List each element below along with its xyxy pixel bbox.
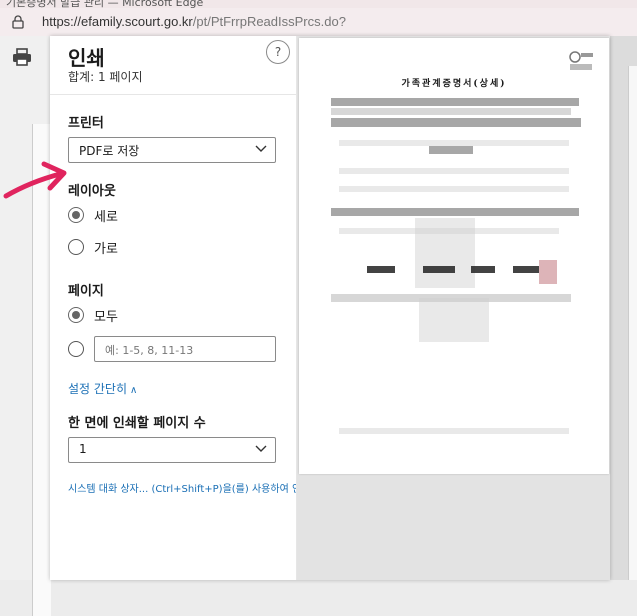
radio-pages-all[interactable] — [68, 307, 84, 323]
landscape-label: 가로 — [94, 242, 118, 257]
pages-all-label: 모두 — [94, 310, 118, 325]
radio-pages-custom[interactable] — [68, 341, 84, 357]
seal-icon — [569, 51, 593, 70]
url-path: /pt/PtFrrpReadIssPrcs.do? — [192, 14, 346, 29]
pages-range-input[interactable]: 예: 1-5, 8, 11-13 — [94, 336, 276, 362]
radio-landscape[interactable] — [68, 239, 84, 255]
less-settings-link[interactable]: 설정 간단히 ∧ — [68, 380, 137, 397]
less-settings-text: 설정 간단히 — [68, 382, 128, 396]
preview-page: 가족관계증명서(상세) — [299, 38, 609, 474]
system-dialog-link[interactable]: 시스템 대화 상자... (Ctrl+Shift+P)을(를) 사용하여 인 — [68, 480, 296, 495]
chevron-down-icon — [255, 445, 267, 452]
pages-all-option[interactable]: 모두 — [68, 306, 278, 326]
dialog-title: 인쇄 — [68, 46, 105, 70]
pages-custom-option[interactable]: 예: 1-5, 8, 11-13 — [68, 336, 278, 362]
chevron-down-icon — [255, 145, 267, 152]
help-icon[interactable]: ? — [266, 40, 290, 64]
pages-per-sheet-select[interactable]: 1 — [68, 437, 276, 463]
page-toolbar-strip — [0, 36, 51, 616]
layout-portrait-option[interactable]: 세로 — [68, 206, 278, 226]
background-right — [610, 36, 637, 580]
url-host: https://efamily.scourt.go.kr — [42, 14, 193, 29]
printer-label: 프린터 — [68, 116, 104, 131]
printer-select[interactable]: PDF로 저장 — [68, 137, 276, 163]
layout-landscape-option[interactable]: 가로 — [68, 238, 278, 258]
print-preview: 가족관계증명서(상세) — [297, 36, 610, 580]
pages-per-sheet-label: 한 면에 인쇄할 페이지 수 — [68, 416, 206, 431]
printer-value: PDF로 저장 — [79, 144, 140, 158]
pages-per-sheet-value: 1 — [79, 442, 87, 456]
address-bar[interactable]: https://efamily.scourt.go.kr/pt/PtFrrpRe… — [0, 8, 637, 37]
pages-label: 페이지 — [68, 284, 104, 299]
document-title: 가족관계증명서(상세) — [401, 79, 507, 89]
portrait-label: 세로 — [94, 210, 118, 225]
dialog-header: 인쇄 합계: 1 페이지 ? — [50, 36, 296, 95]
annotation-arrow-icon — [3, 161, 67, 199]
caret-up-icon: ∧ — [130, 385, 138, 396]
lock-icon[interactable] — [12, 15, 24, 29]
url-text[interactable]: https://efamily.scourt.go.kr/pt/PtFrrpRe… — [42, 14, 346, 29]
window-title-bar: 기본증명서 발급 관리 — Microsoft Edge — [0, 0, 637, 8]
print-settings-panel: 인쇄 합계: 1 페이지 ? 프린터 PDF로 저장 레이아웃 세로 가로 페이… — [50, 36, 297, 580]
page-count: 합계: 1 페이지 — [68, 70, 143, 84]
print-dialog: 인쇄 합계: 1 페이지 ? 프린터 PDF로 저장 레이아웃 세로 가로 페이… — [50, 36, 610, 580]
printer-icon[interactable] — [12, 48, 32, 66]
pages-range-placeholder: 예: 1-5, 8, 11-13 — [105, 344, 194, 357]
window-title: 기본증명서 발급 관리 — Microsoft Edge — [6, 0, 204, 8]
